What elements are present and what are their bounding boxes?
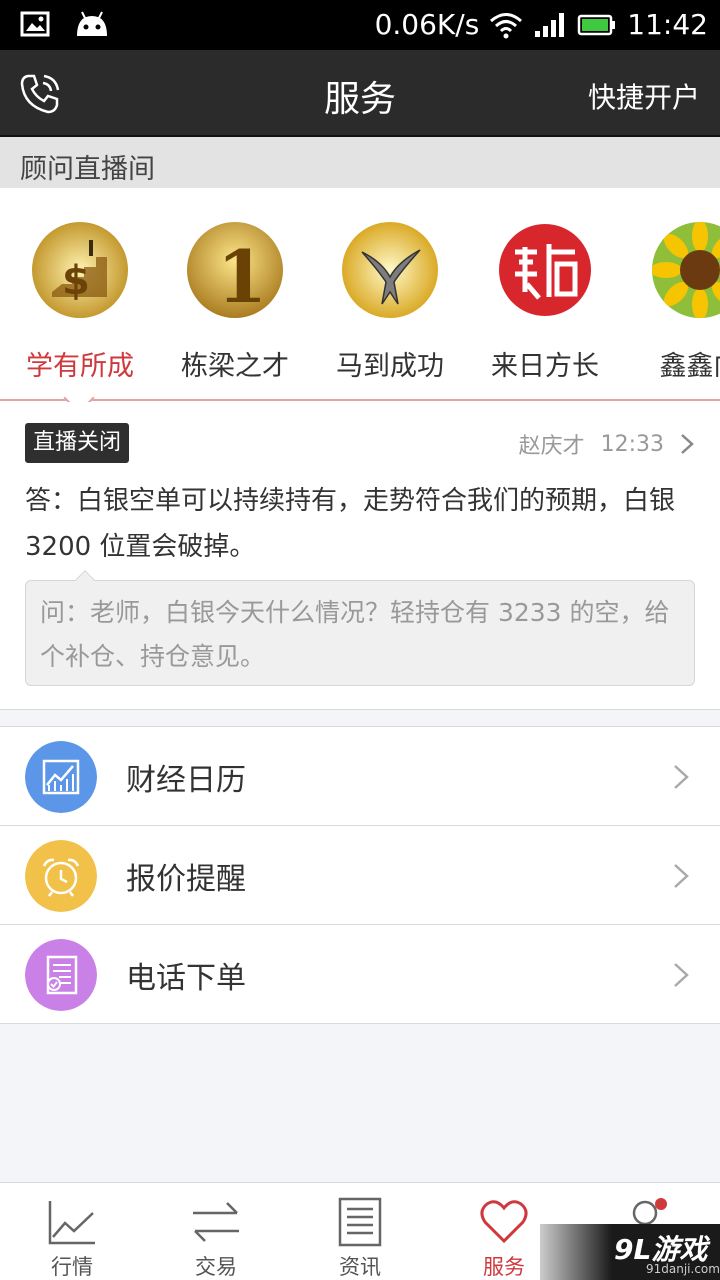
live-status-badge: 直播关闭 — [25, 423, 130, 463]
tab-label: 资讯 — [339, 1255, 381, 1279]
battery-icon — [578, 14, 616, 35]
tab-label: 行情 — [51, 1255, 93, 1279]
advisor-item[interactable]: 来日方长 — [475, 222, 615, 383]
watermark: 9L游戏 91danji.com — [540, 1224, 720, 1280]
trend-icon — [48, 1201, 95, 1245]
advisor-item[interactable]: 1 栋梁之才 — [165, 222, 305, 383]
menu-item-price-alert[interactable]: 报价提醒 — [0, 826, 720, 925]
clock: 11:42 — [627, 8, 708, 41]
active-indicator-caret — [63, 382, 95, 402]
advisor-name: 栋梁之才 — [181, 351, 289, 382]
app-header: 服务 快捷开户 — [0, 50, 720, 137]
tab-label: 交易 — [195, 1255, 237, 1279]
menu-item-label: 财经日历 — [126, 763, 246, 798]
image-icon — [20, 11, 50, 37]
live-answer: 答：白银空单可以持续持有，走势符合我们的预期，白银3200 位置会破掉。 — [25, 486, 676, 562]
advisor-avatar — [497, 222, 593, 318]
live-meta[interactable]: 赵庆才 12:33 — [519, 428, 694, 460]
advisor-avatar — [650, 220, 720, 320]
live-qa-card[interactable]: 直播关闭 赵庆才 12:33 答：白银空单可以持续持有，走势符合我们的预期，白银… — [0, 402, 720, 710]
svg-text:$: $ — [62, 258, 90, 304]
advisor-item[interactable]: 鑫鑫向 — [630, 220, 720, 383]
document-check-icon — [25, 939, 97, 1011]
tab-market[interactable]: 行情 — [0, 1183, 144, 1280]
service-menu: 财经日历 报价提醒 电话下单 — [0, 726, 720, 1024]
advisor-name: 鑫鑫向 — [659, 351, 720, 382]
advisor-name: 来日方长 — [491, 351, 599, 382]
menu-item-label: 电话下单 — [126, 961, 246, 996]
android-icon — [77, 11, 107, 36]
watermark-url: 91danji.com — [646, 1262, 720, 1276]
svg-text:1: 1 — [217, 234, 267, 318]
exchange-icon — [193, 1202, 239, 1242]
signal-icon — [535, 12, 565, 37]
quick-open-account-button[interactable]: 快捷开户 — [588, 76, 700, 116]
live-time: 12:33 — [600, 431, 664, 457]
chevron-right-icon — [674, 963, 689, 987]
tab-trade[interactable]: 交易 — [144, 1183, 288, 1280]
chevron-right-icon — [674, 864, 689, 888]
menu-item-finance-calendar[interactable]: 财经日历 — [0, 727, 720, 826]
menu-item-label: 报价提醒 — [126, 862, 246, 897]
advisor-section-title: 顾问直播间 — [0, 137, 720, 188]
wifi-icon — [490, 12, 523, 38]
live-author: 赵庆才 — [518, 434, 585, 459]
chevron-right-icon — [674, 765, 689, 789]
status-bar: 0.06K/s 11:42 — [0, 0, 720, 50]
advisor-avatar: $ — [32, 222, 128, 318]
advisor-avatar — [342, 222, 438, 318]
heart-icon — [480, 1200, 528, 1244]
advisor-avatar: 1 — [187, 222, 283, 319]
menu-item-phone-order[interactable]: 电话下单 — [0, 925, 720, 1024]
advisor-name: 马到成功 — [336, 351, 444, 382]
live-question: 问：老师，白银今天什么情况？轻持仓有 3233 的空，给个补仓、持仓意见。 — [25, 580, 695, 686]
network-speed: 0.06K/s — [374, 8, 480, 41]
chevron-right-icon — [681, 434, 694, 454]
chart-icon — [25, 741, 97, 813]
advisor-item[interactable]: $ 学有所成 — [10, 222, 150, 383]
alarm-clock-icon — [25, 840, 97, 912]
news-icon — [338, 1197, 382, 1247]
advisor-underline — [0, 399, 720, 401]
advisor-item[interactable]: 马到成功 — [320, 222, 460, 383]
tab-news[interactable]: 资讯 — [288, 1183, 432, 1280]
advisor-carousel[interactable]: $ 学有所成 1 栋梁之才 马到成功 来日方长 鑫鑫 — [0, 188, 720, 402]
advisor-name: 学有所成 — [26, 351, 134, 382]
